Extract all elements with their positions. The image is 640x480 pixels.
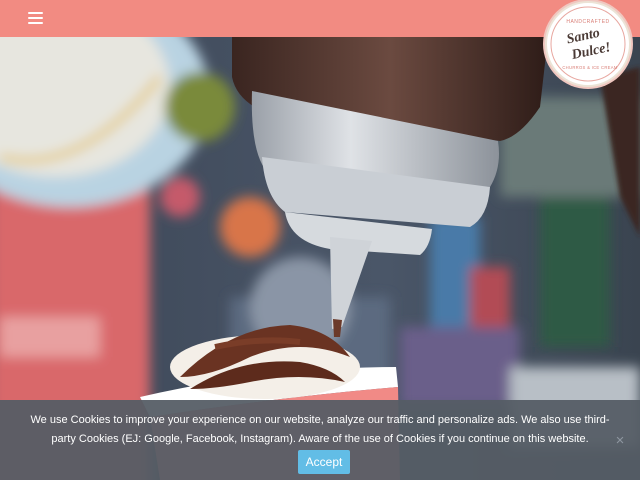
- close-icon[interactable]: ×: [612, 433, 628, 449]
- page: HANDCRAFTED Santo Dulce! CHURROS & ICE C…: [0, 0, 640, 480]
- menu-bar: [28, 17, 43, 19]
- cookie-message: We use Cookies to improve your experienc…: [30, 414, 610, 445]
- logo-small-bottom: CHURROS & ICE CREAM: [562, 65, 617, 70]
- logo-small-top: HANDCRAFTED: [566, 19, 609, 25]
- hamburger-menu-icon[interactable]: [26, 9, 46, 27]
- menu-bar: [28, 22, 43, 24]
- site-header: [0, 0, 640, 37]
- site-logo[interactable]: HANDCRAFTED Santo Dulce! CHURROS & ICE C…: [545, 1, 631, 87]
- accept-cookies-button[interactable]: Accept: [298, 450, 350, 474]
- logo-graphic: HANDCRAFTED Santo Dulce! CHURROS & ICE C…: [550, 6, 626, 82]
- menu-bar: [28, 12, 43, 14]
